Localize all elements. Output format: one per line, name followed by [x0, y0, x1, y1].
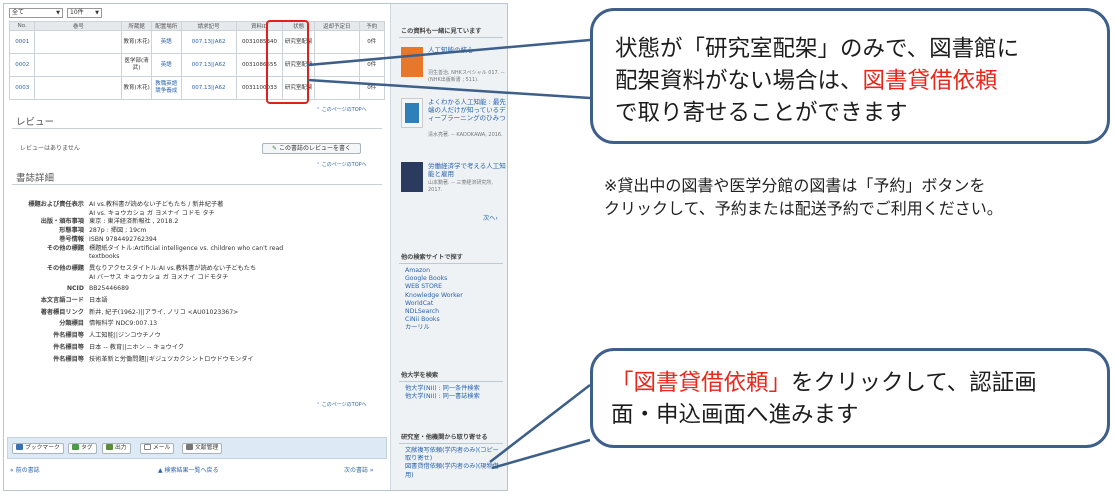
- callout-highlight: 「図書貸借依頼」: [611, 370, 792, 396]
- callout-line: 面・申込画面へ進みます: [611, 402, 859, 428]
- callout-text: 「図書貸借依頼」をクリックして、認証画 面・申込画面へ進みます: [611, 367, 1037, 431]
- callout-line: 配架資料がない場合は、図書貸借依頼: [615, 65, 1019, 97]
- callout-box-request: 「図書貸借依頼」をクリックして、認証画 面・申込画面へ進みます: [590, 348, 1110, 448]
- arrow-line-top-2: [307, 78, 591, 100]
- note-line: クリックして、予約または配送予約でご利用ください。: [604, 199, 1003, 218]
- callout-line: で取り寄せることができます: [615, 100, 908, 126]
- callout-text-part: をクリックして、認証画: [791, 370, 1037, 396]
- note-line: ※貸出中の図書や医学分館の図書は「予約」ボタンを: [604, 176, 986, 195]
- callout-box-status: 状態が「研究室配架」のみで、図書館に 配架資料がない場合は、図書貸借依頼 で取り…: [590, 8, 1110, 144]
- callout-highlight: 図書貸借依頼: [862, 68, 998, 94]
- callout-line: 「図書貸借依頼」をクリックして、認証画: [611, 367, 1037, 399]
- arrow-line-bottom-2: [491, 438, 591, 470]
- reservation-note: ※貸出中の図書や医学分館の図書は「予約」ボタンを クリックして、予約または配送予…: [604, 174, 1109, 220]
- callout-text: 状態が「研究室配架」のみで、図書館に 配架資料がない場合は、図書貸借依頼 で取り…: [615, 33, 1019, 129]
- callout-text-part: 配架資料がない場合は、: [615, 68, 863, 94]
- callout-line: 状態が「研究室配架」のみで、図書館に: [615, 36, 1020, 62]
- arrow-line-bottom-1: [489, 384, 591, 463]
- arrow-line-top-1: [307, 38, 591, 67]
